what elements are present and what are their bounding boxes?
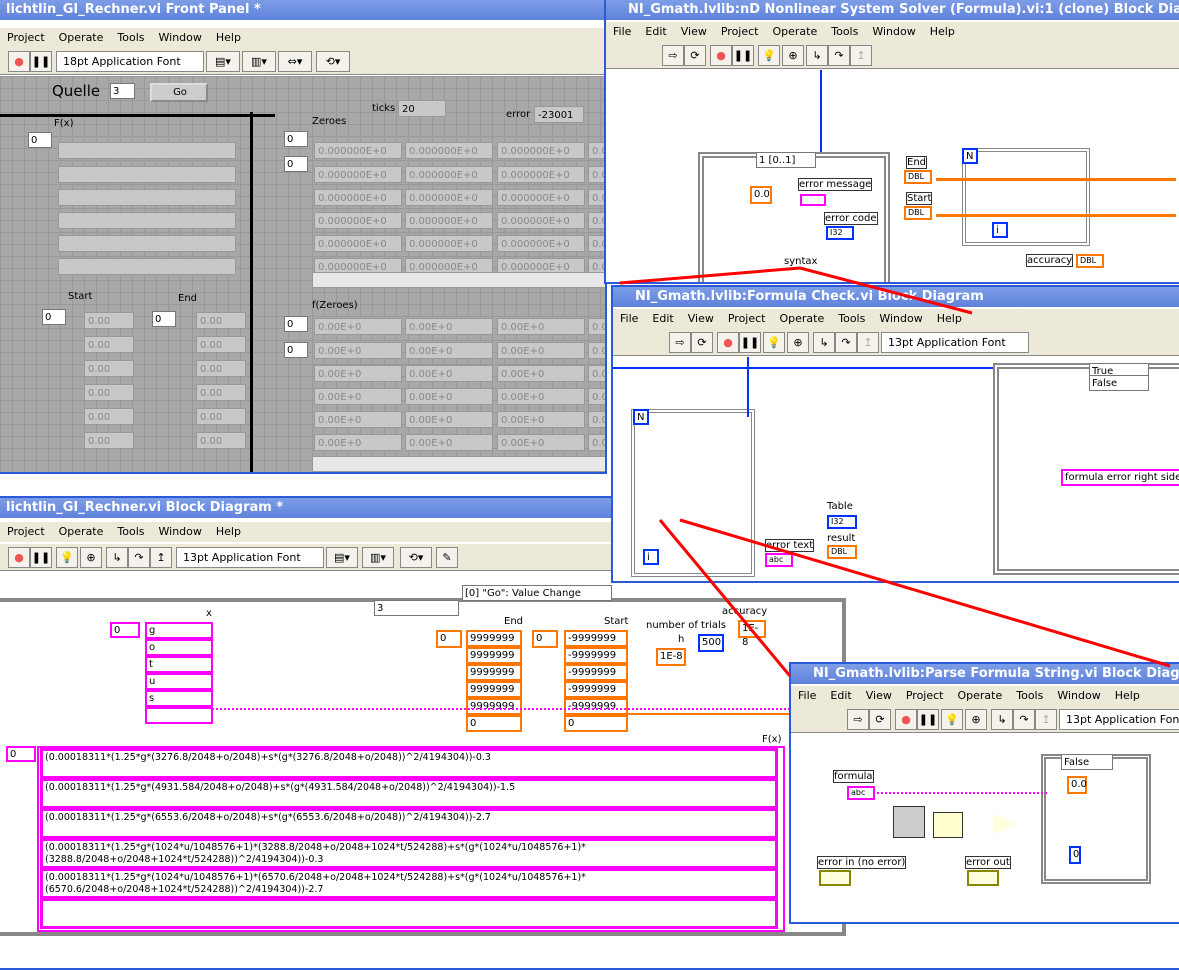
annotation-line [799, 266, 973, 315]
annotation-line [619, 266, 801, 285]
annotation-line [679, 518, 1171, 668]
annotation-arrows [619, 266, 1171, 677]
annotation-line [658, 519, 792, 677]
